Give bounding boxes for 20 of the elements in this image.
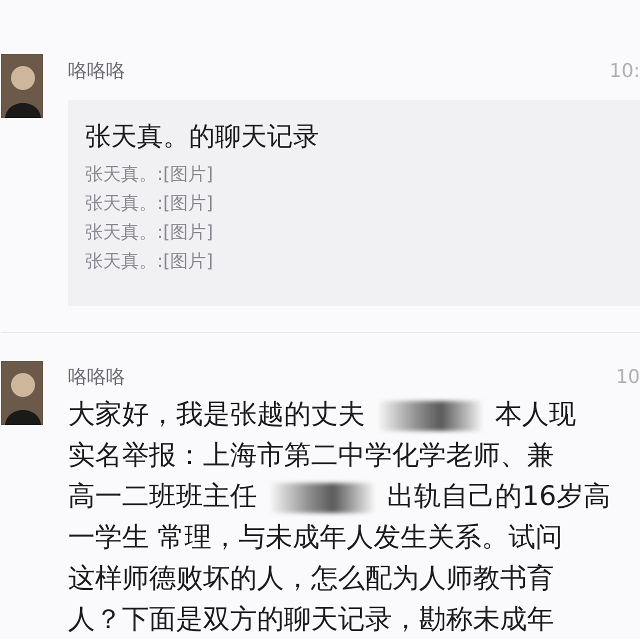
record-row-text: 张天真。:[图片] <box>85 192 214 216</box>
record-row-text: 张天真。:[图片] <box>85 220 214 244</box>
sender-name: 咯咯咯 <box>68 364 125 390</box>
message-text: 出轨自己的16岁高 <box>387 480 610 514</box>
chat-record-card[interactable]: 张天真。的聊天记录 张天真。:[图片] 张天真。:[图片] 张天真。:[图片] 张天真。:[图片] <box>68 100 640 306</box>
message-text: 大家好，我是张越的丈夫 <box>68 398 365 432</box>
message-time: 10 <box>616 364 640 390</box>
record-row-text: 张天真。:[图片] <box>85 250 214 274</box>
message-text: 高一二班班主任 <box>68 480 257 514</box>
avatar-icon[interactable] <box>1 54 43 118</box>
card-title: 张天真。的聊天记录 <box>85 120 320 154</box>
sender-name: 咯咯咯 <box>68 59 125 84</box>
message-text: 一学生 常理，与未成年人发生关系。试问 <box>68 521 563 556</box>
message-time: 10: <box>609 59 640 84</box>
message-text: 实名举报：上海市第二中学化学老师、兼 <box>68 439 554 474</box>
record-row-text: 张天真。:[图片] <box>85 162 214 186</box>
message-text: 这样师德败坏的人，怎么配为人师教书育 <box>68 562 554 596</box>
message-text: 人？下面是双方的聊天记录，勘称未成年 <box>68 603 554 638</box>
message-text: 本人现 <box>495 398 576 432</box>
avatar-icon[interactable] <box>1 360 43 424</box>
